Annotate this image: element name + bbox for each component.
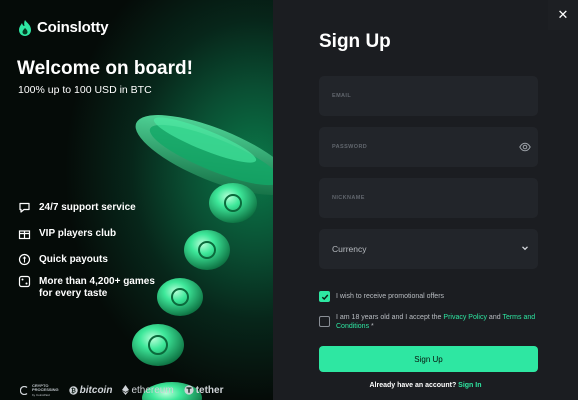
signup-modal: Coinslotty Welcome on board! 100% up to … xyxy=(0,0,578,400)
currency-select[interactable]: Currency xyxy=(319,229,538,269)
brand-logo: Coinslotty xyxy=(18,19,109,36)
welcome-title: Welcome on board! xyxy=(17,58,193,79)
close-button[interactable]: ✕ xyxy=(548,0,578,30)
feature-item: VIP players club xyxy=(18,227,155,253)
email-label: EMAIL xyxy=(332,93,352,99)
promo-subtitle: 100% up to 100 USD in BTC xyxy=(18,84,152,96)
coin-stack-icon xyxy=(18,253,31,266)
password-field[interactable]: PASSWORD xyxy=(319,127,538,167)
email-field[interactable]: EMAIL xyxy=(319,76,538,116)
bitcoin-logo: ₿ bitcoin xyxy=(68,385,112,396)
signup-button[interactable]: Sign Up xyxy=(319,346,538,372)
brand-name: Coinslotty xyxy=(37,19,109,36)
feature-label: Quick payouts xyxy=(39,254,108,265)
coin-1 xyxy=(209,183,257,223)
chevron-down-icon xyxy=(522,246,528,251)
tether-logo: tether xyxy=(184,385,224,396)
promo-checkbox[interactable] xyxy=(319,291,330,302)
close-icon: ✕ xyxy=(557,7,569,22)
currency-value: Currency xyxy=(332,244,367,254)
feature-label: VIP players club xyxy=(39,228,117,239)
coin-4 xyxy=(132,324,184,366)
dice-icon xyxy=(18,275,31,288)
chat-bubble-icon xyxy=(18,201,31,214)
terms-checkbox[interactable] xyxy=(319,316,330,327)
promo-checkbox-label: I wish to receive promotional offers xyxy=(336,293,445,300)
feature-item: 24/7 support service xyxy=(18,201,155,227)
coin-2 xyxy=(184,230,230,270)
ethereum-logo: ethereum xyxy=(122,385,174,396)
privacy-policy-link[interactable]: Privacy Policy xyxy=(443,314,487,321)
tether-icon xyxy=(184,385,194,395)
feature-label: More than 4,200+ games for every taste xyxy=(39,276,155,299)
feature-item: More than 4,200+ games for every taste xyxy=(18,275,155,300)
nickname-label: NICKNAME xyxy=(332,195,365,201)
svg-text:₿: ₿ xyxy=(71,387,76,394)
feature-label: 24/7 support service xyxy=(39,202,136,213)
partner-logos: CRYPTO PROCESSING by CoinsPaid ₿ bitcoin e… xyxy=(20,383,224,398)
flame-icon xyxy=(19,19,31,36)
crypto-processing-logo: CRYPTO PROCESSING by CoinsPaid xyxy=(20,383,59,398)
feature-item: Quick payouts xyxy=(18,253,155,275)
signin-prompt: Already have an account? Sign In xyxy=(369,382,482,389)
ethereum-icon xyxy=(122,385,130,396)
signup-form-panel: ✕ Sign Up EMAIL PASSWORD NICKNAME Curren… xyxy=(273,0,578,400)
promo-panel: Coinslotty Welcome on board! 100% up to … xyxy=(0,0,273,400)
bitcoin-icon: ₿ xyxy=(68,386,78,395)
signin-link[interactable]: Sign In xyxy=(458,382,481,389)
password-label: PASSWORD xyxy=(332,144,368,150)
terms-checkbox-label: I am 18 years old and I accept the Priva… xyxy=(336,314,536,330)
checkmark-icon xyxy=(321,294,328,300)
form-title: Sign Up xyxy=(319,31,391,52)
feature-list: 24/7 support service VIP players club Qu… xyxy=(18,201,155,300)
nickname-field[interactable]: NICKNAME xyxy=(319,178,538,218)
eye-icon[interactable] xyxy=(519,141,531,153)
coinspaid-icon xyxy=(20,385,28,395)
gift-box-icon xyxy=(18,227,31,240)
coin-3 xyxy=(157,278,203,316)
